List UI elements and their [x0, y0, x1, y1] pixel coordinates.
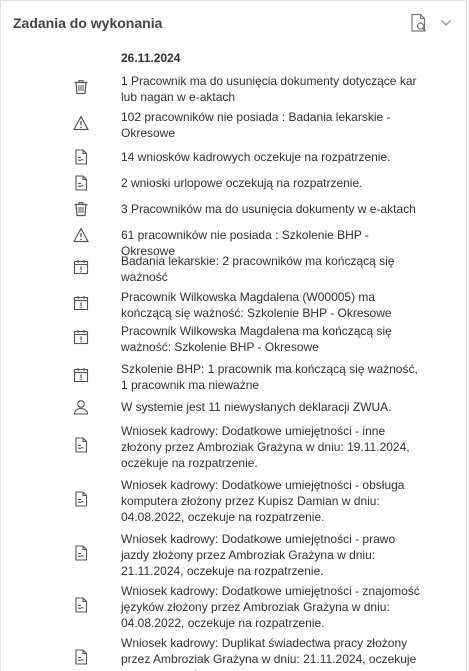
task-text: 14 wniosków kadrowych oczekuje na rozpat… — [121, 150, 391, 164]
task-text: Badania lekarskie: 2 pracowników ma końc… — [121, 254, 395, 284]
task-text: 102 pracowników nie posiada : Badania le… — [121, 110, 391, 140]
document-icon — [73, 597, 89, 613]
task-text: 3 Pracowników ma do usunięcia dokumenty … — [121, 202, 416, 216]
task-text: 1 Pracownik ma do usunięcia dokumenty do… — [121, 74, 417, 104]
trash-icon — [73, 79, 89, 95]
calendar-alert-icon — [73, 259, 89, 275]
tasks-date: 26.11.2024 — [121, 51, 181, 65]
chevron-down-icon[interactable] — [440, 19, 452, 27]
task-text: Szkolenie BHP: 1 pracownik ma kończącą s… — [121, 362, 418, 392]
tasks-panel: Zadania do wykonania 26.11.2024 1 Pracow… — [0, 0, 467, 671]
warning-icon — [73, 227, 89, 243]
task-text: Wniosek kadrowy: Dodatkowe umiejętności … — [121, 532, 396, 578]
task-text: 2 wnioski urlopowe oczekują na rozpatrze… — [121, 176, 363, 190]
task-text: Pracownik Wilkowska Magdalena (W00005) m… — [121, 290, 392, 320]
warning-icon — [73, 115, 89, 131]
document-search-icon[interactable] — [410, 13, 428, 33]
task-text: Wniosek kadrowy: Dodatkowe umiejętności … — [121, 424, 410, 470]
calendar-alert-icon — [73, 329, 89, 345]
calendar-alert-icon — [73, 295, 89, 311]
trash-icon — [73, 201, 89, 217]
panel-header: Zadania do wykonania — [1, 1, 466, 45]
document-icon — [73, 149, 89, 165]
document-icon — [73, 649, 89, 665]
task-text: Wniosek kadrowy: Dodatkowe umiejętności … — [121, 584, 420, 630]
task-text: W systemie jest 11 niewysłanych deklarac… — [121, 400, 392, 414]
panel-title: Zadania do wykonania — [13, 15, 163, 31]
user-icon — [73, 399, 89, 415]
task-text: Wniosek kadrowy: Duplikat świadectwa pra… — [121, 636, 417, 671]
header-actions — [410, 13, 452, 33]
calendar-alert-icon — [73, 367, 89, 383]
document-icon — [73, 491, 89, 507]
task-text: Pracownik Wilkowska Magdalena ma kończąc… — [121, 324, 392, 354]
task-text: Wniosek kadrowy: Dodatkowe umiejętności … — [121, 478, 405, 524]
document-icon — [73, 545, 89, 561]
document-icon — [73, 437, 89, 453]
document-icon — [73, 175, 89, 191]
